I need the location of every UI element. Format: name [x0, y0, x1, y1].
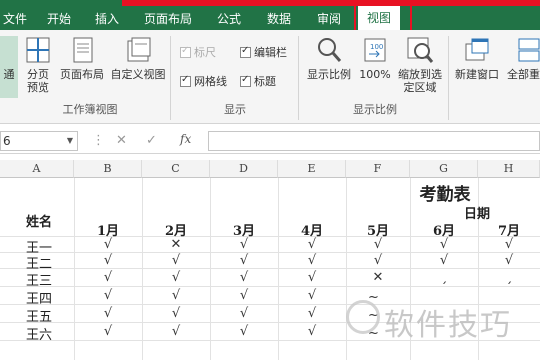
attendance-mark[interactable]: √: [74, 253, 142, 268]
attendance-mark[interactable]: √: [278, 306, 346, 321]
page-break-icon: [26, 37, 50, 63]
attendance-mark[interactable]: √: [210, 306, 278, 321]
attendance-mark[interactable]: ˏ: [478, 270, 540, 285]
formula-options-icon[interactable]: ⋮: [92, 133, 105, 148]
attendance-mark[interactable]: √: [278, 253, 346, 268]
arrange-all-button[interactable]: 全部重排: [504, 36, 540, 81]
group-label-workbook-views: 工作簿视图: [62, 103, 118, 116]
attendance-mark[interactable]: √: [278, 270, 346, 285]
watermark-logo-icon: [346, 300, 380, 334]
sheet-title[interactable]: 考勤表: [410, 180, 480, 205]
zoom-100-icon: 100: [364, 38, 386, 62]
attendance-mark[interactable]: √: [74, 306, 142, 321]
zoom-100-button[interactable]: 100 100%: [358, 36, 392, 81]
attendance-mark[interactable]: √: [74, 288, 142, 303]
page-layout-icon: [73, 37, 93, 63]
attendance-mark[interactable]: √: [74, 270, 142, 285]
svg-text:100: 100: [370, 43, 383, 51]
zoom-to-selection-button[interactable]: 缩放到选定区域: [394, 36, 446, 94]
gridlines-checkbox[interactable]: 网格线: [180, 73, 227, 89]
attendance-mark[interactable]: √: [410, 237, 478, 252]
attendance-mark[interactable]: ✕: [346, 270, 410, 285]
attendance-mark[interactable]: √: [142, 270, 210, 285]
formula-bar: 6 ▼ ⋮ ✕ ✓ fx: [0, 128, 540, 154]
tab-file[interactable]: 文件: [0, 8, 30, 30]
column-header-e[interactable]: E: [278, 160, 346, 178]
column-header-a[interactable]: A: [0, 160, 74, 178]
attendance-mark[interactable]: ˏ: [410, 270, 478, 285]
group-separator: [448, 36, 449, 120]
formula-input[interactable]: [208, 131, 540, 151]
custom-views-icon: [127, 37, 151, 62]
attendance-mark[interactable]: √: [346, 253, 410, 268]
tab-review[interactable]: 审阅: [312, 8, 346, 30]
attendance-mark[interactable]: ✕: [142, 237, 210, 252]
page-layout-view-button[interactable]: 页面布局: [58, 36, 106, 81]
employee-name[interactable]: 王五: [26, 306, 52, 325]
employee-name[interactable]: 王六: [26, 324, 52, 343]
tab-home[interactable]: 开始: [42, 8, 76, 30]
normal-view-button[interactable]: 通: [0, 36, 18, 98]
page-break-preview-button[interactable]: 分页预览: [20, 36, 56, 94]
ruler-checkbox[interactable]: 标尺: [180, 44, 216, 60]
new-window-button[interactable]: 新建窗口: [452, 36, 502, 81]
group-label-show: 显示: [224, 103, 246, 116]
attendance-mark[interactable]: √: [346, 237, 410, 252]
attendance-mark[interactable]: √: [210, 324, 278, 339]
chevron-down-icon[interactable]: ▼: [67, 132, 73, 150]
tab-page-layout[interactable]: 页面布局: [140, 8, 196, 30]
attendance-mark[interactable]: √: [210, 237, 278, 252]
tab-formulas[interactable]: 公式: [212, 8, 246, 30]
title-bar-strip: [122, 0, 540, 6]
column-header-f[interactable]: F: [346, 160, 410, 178]
attendance-mark[interactable]: √: [278, 237, 346, 252]
group-separator: [298, 36, 299, 120]
attendance-mark[interactable]: √: [142, 306, 210, 321]
new-window-icon: [465, 38, 489, 61]
headings-checkbox[interactable]: 标题: [240, 73, 276, 89]
gridline: [0, 286, 540, 287]
arrange-all-icon: [518, 38, 540, 62]
name-header[interactable]: 姓名: [14, 211, 64, 230]
zoom-selection-icon: [407, 37, 434, 63]
group-label-zoom: 显示比例: [353, 103, 397, 116]
attendance-mark[interactable]: √: [142, 288, 210, 303]
attendance-mark[interactable]: √: [210, 253, 278, 268]
custom-views-button[interactable]: 自定义视图: [108, 36, 168, 81]
tab-data[interactable]: 数据: [262, 8, 296, 30]
zoom-button[interactable]: 显示比例: [304, 36, 354, 81]
attendance-mark[interactable]: √: [410, 253, 478, 268]
attendance-mark[interactable]: √: [478, 237, 540, 252]
column-header-g[interactable]: G: [410, 160, 478, 178]
magnifier-icon: [318, 38, 342, 62]
attendance-mark[interactable]: √: [74, 324, 142, 339]
column-header-d[interactable]: D: [210, 160, 278, 178]
name-box[interactable]: 6 ▼: [0, 131, 78, 151]
column-header-h[interactable]: H: [478, 160, 540, 178]
enter-button[interactable]: ✓: [146, 133, 157, 148]
attendance-mark[interactable]: √: [142, 253, 210, 268]
gridline: [0, 268, 540, 269]
attendance-mark[interactable]: √: [210, 288, 278, 303]
cancel-entry-button[interactable]: ✕: [116, 133, 127, 148]
attendance-mark[interactable]: √: [142, 324, 210, 339]
watermark-text: 软件技巧: [384, 308, 512, 343]
column-header-c[interactable]: C: [142, 160, 210, 178]
attendance-mark[interactable]: √: [210, 270, 278, 285]
formula-bar-checkbox[interactable]: 编辑栏: [240, 44, 287, 60]
tab-insert[interactable]: 插入: [90, 8, 124, 30]
employee-name[interactable]: 王三: [26, 270, 52, 289]
group-separator: [170, 36, 171, 120]
attendance-mark[interactable]: √: [278, 288, 346, 303]
insert-function-button[interactable]: fx: [180, 132, 191, 146]
employee-name[interactable]: 王四: [26, 288, 52, 307]
attendance-mark[interactable]: √: [478, 253, 540, 268]
attendance-mark[interactable]: √: [278, 324, 346, 339]
attendance-mark[interactable]: √: [74, 237, 142, 252]
column-header-b[interactable]: B: [74, 160, 142, 178]
